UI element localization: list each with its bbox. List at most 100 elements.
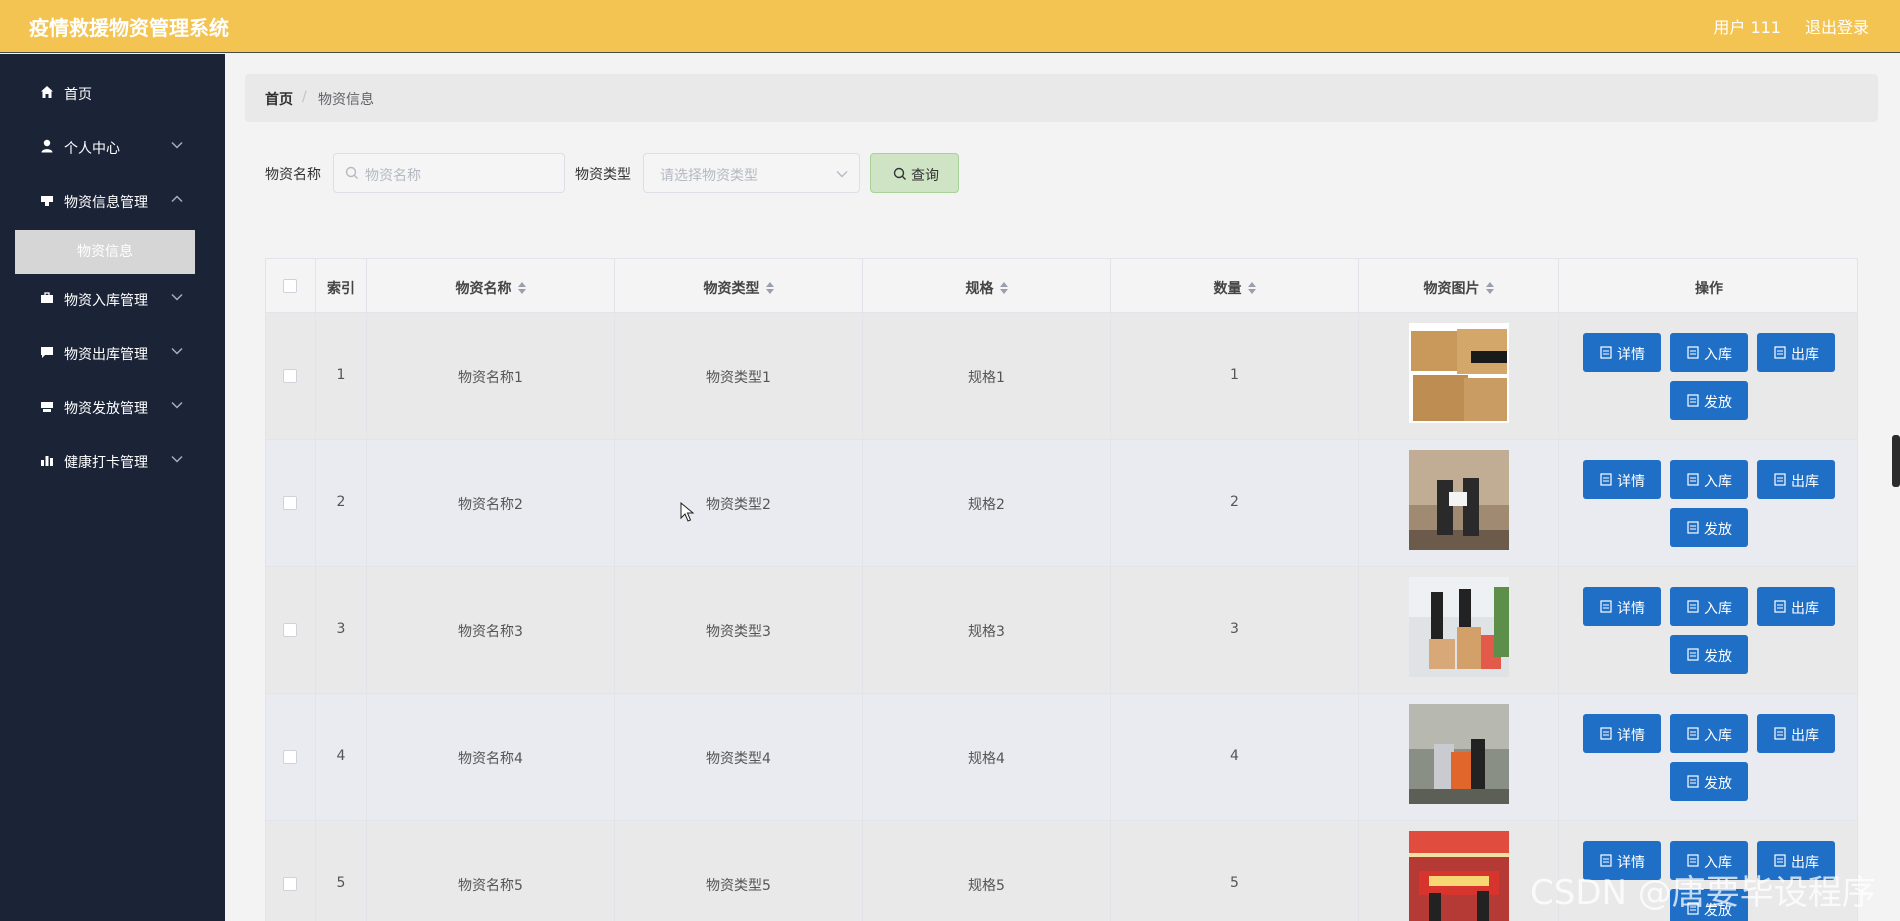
row-qty: 3 [1230, 621, 1239, 637]
query-button-label: 查询 [911, 168, 939, 184]
search-icon [345, 166, 358, 179]
sidebar-item-health-checkin[interactable]: 健康打卡管理 [0, 442, 225, 480]
row-index: 1 [336, 367, 346, 383]
logout-link[interactable]: 退出登录 [1805, 14, 1869, 38]
document-icon [1774, 727, 1786, 740]
sidebar-item-label: 物资入库管理 [64, 293, 148, 309]
row-index: 2 [336, 494, 346, 510]
name-label: 物资名称 [265, 167, 321, 183]
row-checkbox[interactable] [283, 496, 297, 510]
scroll-handle[interactable] [1892, 435, 1900, 487]
stock-in-button[interactable]: 入库 [1670, 587, 1748, 626]
document-icon [1687, 394, 1699, 407]
document-icon [1687, 521, 1699, 534]
box-icon [41, 196, 53, 206]
breadcrumb: 首页 / 物资信息 [245, 74, 1878, 122]
detail-button[interactable]: 详情 [1583, 460, 1661, 499]
row-qty: 1 [1230, 367, 1239, 383]
row-name: 物资名称3 [458, 624, 523, 640]
header-type[interactable]: 物资类型 [615, 259, 863, 313]
select-all-checkbox[interactable] [283, 279, 297, 293]
sidebar-item-distribution[interactable]: 物资发放管理 [0, 388, 225, 426]
type-select[interactable]: 请选择物资类型 [643, 153, 860, 193]
header-type-label: 物资类型 [703, 281, 760, 297]
row-checkbox[interactable] [283, 369, 297, 383]
header-spec[interactable]: 规格 [863, 259, 1111, 313]
material-image[interactable] [1409, 323, 1509, 423]
header-image[interactable]: 物资图片 [1359, 259, 1559, 313]
sidebar-item-stock-out[interactable]: 物资出库管理 [0, 334, 225, 372]
header-spec-label: 规格 [965, 281, 994, 297]
header-name[interactable]: 物资名称 [367, 259, 615, 313]
row-name: 物资名称1 [458, 370, 523, 386]
header-ops-label: 操作 [1695, 281, 1723, 297]
row-type: 物资类型5 [706, 878, 771, 894]
stock-out-button[interactable]: 出库 [1757, 460, 1835, 499]
sidebar-item-label: 物资信息管理 [64, 195, 148, 211]
sidebar: 首页 个人中心 物资信息管理 物资信息 物资入库管理 物资出库管理 物资发放管理… [0, 54, 225, 921]
sidebar-item-home[interactable]: 首页 [0, 74, 225, 112]
breadcrumb-home[interactable]: 首页 [265, 89, 293, 109]
top-header: 疫情救援物资管理系统 用户 111 退出登录 [0, 0, 1900, 53]
stock-in-button-label: 入库 [1704, 601, 1732, 617]
distribute-button[interactable]: 发放 [1670, 635, 1748, 674]
name-search-input[interactable]: 物资名称 [333, 153, 565, 193]
header-name-label: 物资名称 [455, 281, 512, 297]
current-user[interactable]: 用户 111 [1713, 14, 1781, 38]
row-checkbox[interactable] [283, 623, 297, 637]
material-image[interactable] [1409, 450, 1509, 550]
name-search-placeholder: 物资名称 [365, 168, 421, 184]
detail-button[interactable]: 详情 [1583, 333, 1661, 372]
sidebar-subitem-material-info[interactable]: 物资信息 [15, 230, 195, 274]
row-name: 物资名称2 [458, 497, 523, 513]
chevron-down-icon [171, 401, 183, 409]
sort-icon[interactable] [999, 282, 1008, 294]
distribute-button-label: 发放 [1704, 776, 1732, 792]
message-icon [41, 347, 53, 358]
document-icon [1687, 775, 1699, 788]
chevron-down-icon [836, 171, 848, 178]
table-row: 2 物资名称2 物资类型2 规格2 2 详情 入库 出库 发放 [266, 440, 1857, 567]
material-image[interactable] [1409, 704, 1509, 804]
document-icon [1687, 346, 1699, 359]
row-qty: 5 [1230, 875, 1239, 891]
stock-out-button[interactable]: 出库 [1757, 714, 1835, 753]
type-label: 物资类型 [575, 167, 631, 183]
detail-button[interactable]: 详情 [1583, 714, 1661, 753]
detail-button-label: 详情 [1617, 601, 1645, 617]
document-icon [1687, 727, 1699, 740]
row-type: 物资类型2 [706, 497, 771, 513]
row-checkbox[interactable] [283, 877, 297, 891]
sort-icon[interactable] [1485, 282, 1494, 294]
stock-out-button[interactable]: 出库 [1757, 587, 1835, 626]
material-image[interactable] [1409, 577, 1509, 677]
detail-button[interactable]: 详情 [1583, 587, 1661, 626]
header-index: 索引 [316, 259, 367, 313]
row-index: 4 [336, 748, 346, 764]
material-image[interactable] [1409, 831, 1509, 921]
document-icon [1687, 648, 1699, 661]
header-ops: 操作 [1559, 259, 1857, 313]
distribute-button[interactable]: 发放 [1670, 508, 1748, 547]
stock-out-button[interactable]: 出库 [1757, 333, 1835, 372]
row-spec: 规格2 [968, 497, 1005, 513]
distribute-button[interactable]: 发放 [1670, 762, 1748, 801]
breadcrumb-separator: / [302, 89, 307, 105]
row-checkbox[interactable] [283, 750, 297, 764]
sort-icon[interactable] [765, 282, 774, 294]
sort-icon[interactable] [1247, 282, 1256, 294]
distribute-button[interactable]: 发放 [1670, 381, 1748, 420]
watermark: CSDN @唐要毕设程序 [1530, 873, 1876, 913]
stock-out-button-label: 出库 [1791, 601, 1819, 617]
header-qty[interactable]: 数量 [1111, 259, 1359, 313]
stock-in-button[interactable]: 入库 [1670, 460, 1748, 499]
sidebar-item-stock-in[interactable]: 物资入库管理 [0, 280, 225, 318]
sort-icon[interactable] [517, 282, 526, 294]
query-button[interactable]: 查询 [870, 153, 959, 193]
stock-in-button[interactable]: 入库 [1670, 333, 1748, 372]
table-row: 3 物资名称3 物资类型3 规格3 3 详情 入库 出库 发放 [266, 567, 1857, 694]
sidebar-item-label: 个人中心 [64, 141, 120, 157]
stock-in-button[interactable]: 入库 [1670, 714, 1748, 753]
sidebar-item-material-info[interactable]: 物资信息管理 [0, 182, 225, 220]
sidebar-item-personal[interactable]: 个人中心 [0, 128, 225, 166]
